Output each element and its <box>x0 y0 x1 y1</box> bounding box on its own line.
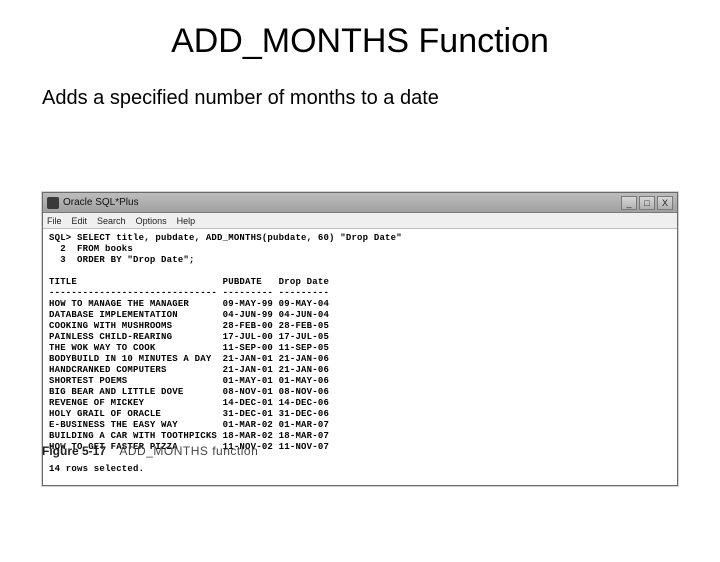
figure-text: ADD_MONTHS function <box>119 444 258 458</box>
figure-number: Figure 5-17 <box>42 444 106 458</box>
maximize-button[interactable]: □ <box>639 196 655 210</box>
menu-search[interactable]: Search <box>97 216 126 226</box>
menu-edit[interactable]: Edit <box>72 216 88 226</box>
app-icon <box>47 197 59 209</box>
close-button[interactable]: X <box>657 196 673 210</box>
titlebar: Oracle SQL*Plus _ □ X <box>43 193 677 213</box>
menu-help[interactable]: Help <box>177 216 196 226</box>
menubar: File Edit Search Options Help <box>43 213 677 229</box>
slide-title: ADD_MONTHS Function <box>0 22 720 61</box>
menu-options[interactable]: Options <box>136 216 167 226</box>
slide-description: Adds a specified number of months to a d… <box>42 87 720 110</box>
titlebar-left: Oracle SQL*Plus <box>47 197 621 209</box>
window-title: Oracle SQL*Plus <box>63 197 139 208</box>
sqlplus-window: Oracle SQL*Plus _ □ X File Edit Search O… <box>42 192 678 486</box>
figure-caption: Figure 5-17 ADD_MONTHS function <box>42 444 258 458</box>
menu-file[interactable]: File <box>47 216 62 226</box>
minimize-button[interactable]: _ <box>621 196 637 210</box>
window-controls: _ □ X <box>621 196 673 210</box>
